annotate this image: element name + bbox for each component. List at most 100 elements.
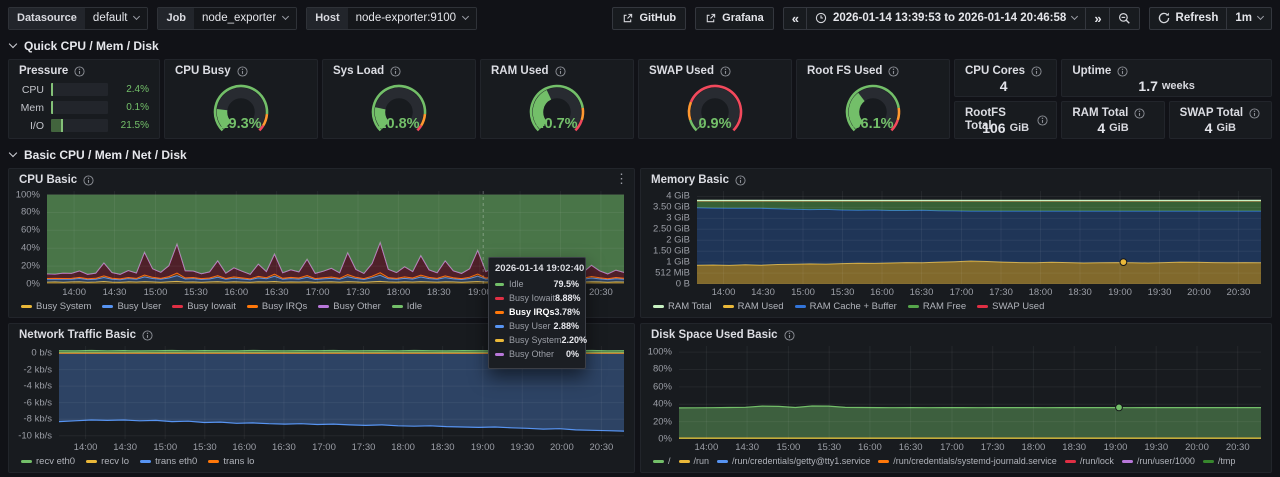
tooltip-row: Busy IRQs3.78% [495,307,579,317]
legend-item[interactable]: RAM Total [653,301,712,312]
legend-item[interactable]: /tmp [1203,456,1236,466]
series-swatch [653,460,664,463]
series-swatch [1203,460,1214,463]
series-swatch [1122,460,1133,463]
info-icon [390,66,401,77]
zoom-out-button[interactable] [1109,8,1139,29]
github-link-button[interactable]: GitHub [612,7,686,30]
legend-item[interactable]: Busy IRQs [247,301,307,312]
x-tick-label: 18:00 [1022,442,1046,453]
legend-item[interactable]: /run/credentials/systemd-journald.servic… [878,456,1057,466]
stat-cluster: CPU Cores 4 Uptime 1.7weeks RootFS Total… [954,59,1272,139]
panel-menu-icon[interactable]: ⋮ [615,172,628,185]
legend-item[interactable]: /run/user/1000 [1122,456,1195,466]
row-header-quick[interactable]: Quick CPU / Mem / Disk [10,39,1270,53]
y-axis: 0%20%40%60%80%100% [17,191,47,284]
x-tick-label: 14:00 [74,442,98,453]
y-tick-label: 80% [653,364,672,375]
time-shift-back-button[interactable]: « [784,8,806,29]
grafana-link-button[interactable]: Grafana [695,7,774,30]
row-header-basic[interactable]: Basic CPU / Mem / Net / Disk [10,148,1270,162]
y-tick-label: 2.50 GiB [653,224,690,235]
series-swatch [495,311,504,314]
panel-title[interactable]: Sys Load [333,65,384,78]
pressure-label: I/O [19,120,44,132]
legend-item[interactable]: RAM Used [723,301,784,312]
time-shift-forward-button[interactable]: » [1085,8,1108,29]
x-tick-label: 19:30 [1148,287,1172,298]
chevron-down-icon [9,149,17,157]
refresh-icon [1158,12,1170,24]
panel-title[interactable]: Pressure [19,65,68,78]
x-tick-label: 19:30 [1144,442,1168,453]
legend-item[interactable]: /run/lock [1065,456,1114,466]
legend-item[interactable]: Busy System [21,301,91,312]
legend-item[interactable]: SWAP Used [977,301,1044,312]
legend-item[interactable]: RAM Free [908,301,966,312]
panel-title[interactable]: Network Traffic Basic [19,329,136,342]
panel-disk-space-used-basic: Disk Space Used Basic 0%20%40%60%80%100%… [640,323,1272,473]
row-title: Quick CPU / Mem / Disk [24,39,159,53]
refresh-button[interactable]: Refresh [1150,8,1227,29]
legend-item[interactable]: trans lo [208,456,254,467]
panel-title[interactable]: SWAP Used [649,65,714,78]
chart-legend: recv eth0 recv lo trans eth0 trans lo [17,453,624,469]
legend-item[interactable]: recv lo [86,456,129,467]
tooltip-timestamp: 2026-01-14 19:02:40 [495,263,579,274]
info-icon [555,66,566,77]
info-icon [142,330,153,341]
legend-item[interactable]: Busy Other [318,301,381,312]
chevron-down-icon [1257,13,1264,20]
gauge-sys-load: 20.8% [323,79,475,139]
x-axis: 14:0014:3015:0015:3016:0016:3017:0017:30… [679,439,1261,453]
tooltip-row: Busy User2.88% [495,321,579,331]
var-job-select[interactable]: node_exporter [194,8,296,29]
panel-title[interactable]: CPU Busy [175,65,231,78]
x-tick-label: 19:00 [471,442,495,453]
x-tick-label: 17:30 [352,442,376,453]
legend-item[interactable]: trans eth0 [140,456,197,467]
panel-title[interactable]: RAM Used [491,65,549,78]
var-datasource-select[interactable]: default [85,8,148,29]
x-tick-label: 19:00 [1104,442,1128,453]
stat-value: 1.7weeks [1062,75,1271,96]
pressure-bar-fill [51,119,63,132]
y-tick-label: 20% [653,416,672,427]
y-tick-label: 3.50 GiB [653,202,690,213]
series-swatch [495,283,504,286]
memory-chart-plot[interactable] [697,191,1261,284]
x-tick-label: 15:30 [193,442,217,453]
time-range-picker[interactable]: 2026-01-14 13:39:53 to 2026-01-14 20:46:… [806,8,1085,29]
x-tick-label: 14:30 [735,442,759,453]
toolbar: Datasource default Job node_exporter Hos… [0,0,1280,30]
legend-item[interactable]: /run/credentials/getty@tty1.service [717,456,870,466]
pressure-label: Mem [19,102,44,114]
legend-item[interactable]: / [653,456,671,466]
x-tick-label: 14:00 [712,287,736,298]
tooltip-row: Busy System2.20% [495,335,579,345]
legend-item[interactable]: Busy User [102,301,161,312]
x-tick-label: 18:00 [387,287,411,298]
chevron-down-icon [282,13,289,20]
toolbar-actions: GitHub Grafana « 2026-01-14 13:39:53 to … [612,7,1272,30]
github-link-label: GitHub [639,12,676,24]
y-tick-label: 0% [26,279,40,290]
legend-item[interactable]: Idle [392,301,422,312]
legend-item[interactable]: RAM Cache + Buffer [795,301,897,312]
legend-item[interactable]: Busy Iowait [172,301,236,312]
panel-title[interactable]: CPU Basic [19,174,77,187]
panel-title[interactable]: Root FS Used [807,65,882,78]
var-host-select[interactable]: node-exporter:9100 [348,8,476,29]
panel-title[interactable]: Memory Basic [651,174,729,187]
refresh-interval-select[interactable]: 1m [1226,8,1271,29]
x-axis: 14:0014:3015:0015:3016:0016:3017:0017:30… [697,284,1261,298]
y-tick-label: 40% [21,243,40,254]
series-swatch [795,305,806,308]
legend-item[interactable]: /run [679,456,710,466]
grafana-dashboard: Datasource default Job node_exporter Hos… [0,0,1280,477]
y-tick-label: 60% [653,381,672,392]
legend-item[interactable]: recv eth0 [21,456,75,467]
disk-chart-plot[interactable] [679,346,1261,439]
refresh-label: Refresh [1176,12,1219,24]
panel-title[interactable]: Disk Space Used Basic [651,329,778,342]
